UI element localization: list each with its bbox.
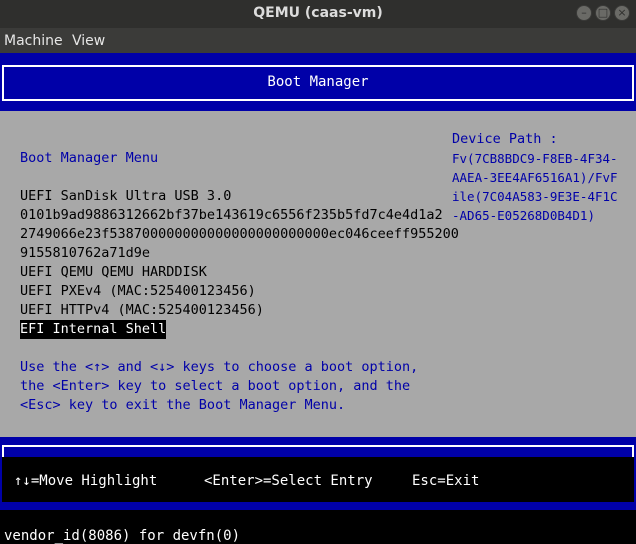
minimize-button[interactable]: – bbox=[576, 5, 592, 21]
console-output: vendor_id(8086) for devfn(0) bbox=[4, 528, 241, 544]
menu-view[interactable]: View bbox=[72, 33, 105, 49]
window-title: QEMU (caas-vm) bbox=[253, 5, 383, 21]
footer-select-hint: <Enter>=Select Entry bbox=[204, 473, 373, 489]
device-path-line-4: -AD65-E05268D0B4D1) bbox=[452, 208, 595, 223]
boot-entry-pxev4[interactable]: UEFI PXEv4 (MAC:525400123456) bbox=[20, 282, 256, 301]
boot-entry-sandisk[interactable]: UEFI SanDisk Ultra USB 3.0 bbox=[20, 187, 231, 206]
device-path-line-1: Fv(7CB8BDC9-F8EB-4F34- bbox=[452, 151, 618, 166]
page-title: Boot Manager bbox=[267, 74, 369, 90]
boot-entry-sandisk-path-2: 2749066e23f538700000000000000000000000ec… bbox=[20, 226, 459, 242]
menu-title: Boot Manager Menu bbox=[20, 150, 159, 166]
help-line-1: Use the <↑> and <↓> keys to choose a boo… bbox=[20, 359, 419, 375]
menu-machine[interactable]: Machine bbox=[4, 33, 63, 49]
footer-move-hint: ↑↓=Move Highlight bbox=[14, 473, 158, 489]
footer-exit-hint: Esc=Exit bbox=[412, 473, 480, 489]
boot-entry-harddisk[interactable]: UEFI QEMU QEMU HARDDISK bbox=[20, 263, 207, 282]
close-button[interactable]: × bbox=[614, 5, 630, 21]
device-path-label: Device Path : bbox=[452, 131, 558, 147]
menubar: Machine View bbox=[0, 28, 636, 53]
vm-screen[interactable]: Boot Manager Boot Manager Menu UEFI SanD… bbox=[0, 53, 636, 544]
device-path-line-2: AAEA-3EE4AF6516A1)/FvF bbox=[452, 170, 618, 185]
help-line-2: the <Enter> key to select a boot option,… bbox=[20, 378, 411, 394]
window-titlebar: QEMU (caas-vm) – □ × bbox=[0, 0, 636, 28]
help-line-3: <Esc> key to exit the Boot Manager Menu. bbox=[20, 397, 346, 413]
device-path-line-3: ile(7C04A583-9E3E-4F1C bbox=[452, 189, 618, 204]
boot-entry-efi-shell[interactable]: EFI Internal Shell bbox=[20, 320, 167, 339]
maximize-button[interactable]: □ bbox=[595, 5, 611, 21]
maximize-icon: □ bbox=[597, 6, 609, 19]
close-icon: × bbox=[617, 6, 627, 19]
boot-entry-sandisk-path-1: 0101b9ad9886312662bf37be143619c6556f235b… bbox=[20, 207, 443, 223]
boot-entry-httpv4[interactable]: UEFI HTTPv4 (MAC:525400123456) bbox=[20, 301, 264, 320]
minimize-icon: – bbox=[581, 6, 587, 19]
boot-entry-sandisk-path-3: 9155810762a71d9e bbox=[20, 245, 151, 261]
